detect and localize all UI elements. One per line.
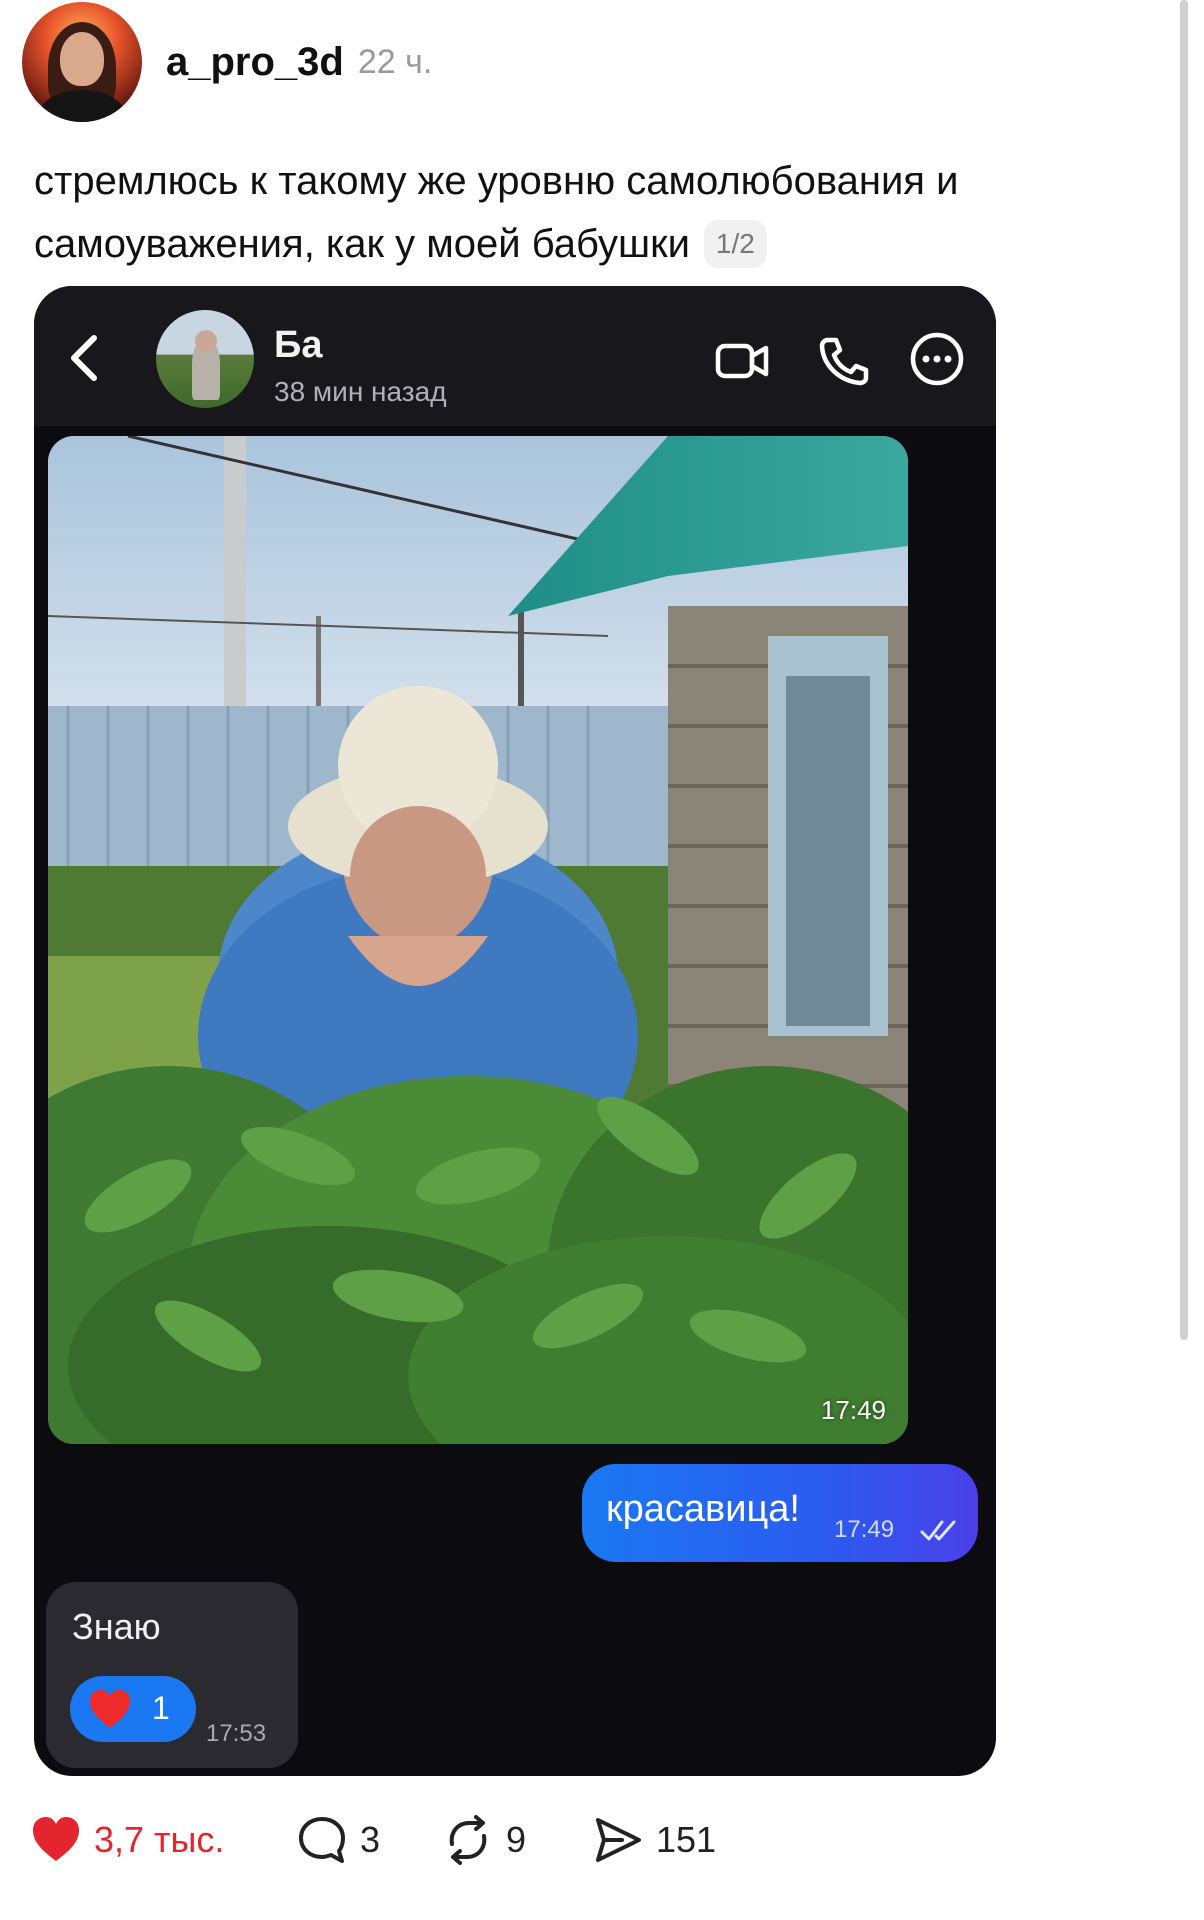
- outgoing-message[interactable]: красавица! 17:49: [582, 1464, 978, 1562]
- share-button[interactable]: 151: [592, 1810, 716, 1870]
- post-timestamp: 22 ч.: [357, 42, 433, 81]
- author-username[interactable]: a_pro_3d: [166, 40, 344, 85]
- outgoing-message-time: 17:49: [834, 1516, 895, 1543]
- image-page-badge: 1/2: [703, 220, 767, 268]
- incoming-message-text: Знаю: [72, 1606, 161, 1647]
- more-icon: [910, 332, 964, 386]
- reposts-count: 9: [506, 1819, 527, 1860]
- outgoing-message-text: красавица!: [606, 1488, 800, 1530]
- comment-icon: [299, 1817, 345, 1863]
- share-icon: [596, 1818, 641, 1862]
- contact-last-seen: 38 мин назад: [274, 376, 447, 407]
- reaction-badge[interactable]: 1: [70, 1676, 196, 1742]
- photo-timestamp: 17:49: [820, 1395, 886, 1425]
- chat-screenshot[interactable]: Ба 38 мин назад 17:49 красавица! 17:49 З…: [34, 286, 996, 1776]
- post-text-body: стремлюсь к такому же уровню самолюбован…: [34, 159, 959, 266]
- contact-name: Ба: [274, 324, 323, 366]
- heart-icon: [33, 1817, 79, 1861]
- heart-icon: [90, 1690, 130, 1728]
- incoming-message-time: 17:53: [206, 1720, 267, 1747]
- views-count: 151: [656, 1819, 717, 1860]
- post-actions: 3,7 тыс. 3 9 151: [30, 1810, 1130, 1870]
- like-button[interactable]: 3,7 тыс.: [30, 1810, 224, 1870]
- read-ticks-icon: [920, 1520, 956, 1541]
- phone-icon: [819, 337, 869, 386]
- comment-button[interactable]: 3: [296, 1810, 380, 1870]
- repost-button[interactable]: 9: [442, 1810, 526, 1870]
- post-text: стремлюсь к такому же уровню самолюбован…: [34, 150, 1134, 276]
- repost-icon: [449, 1815, 487, 1865]
- post-header: a_pro_3d 22 ч.: [22, 0, 432, 124]
- garden-photo: [48, 436, 908, 1444]
- likes-count: 3,7 тыс.: [94, 1819, 225, 1860]
- reaction-count: 1: [152, 1690, 170, 1726]
- incoming-message[interactable]: Знаю 1 17:53: [46, 1582, 298, 1768]
- photo-message[interactable]: 17:49: [48, 436, 908, 1444]
- author-avatar[interactable]: [22, 2, 142, 122]
- contact-avatar: [156, 310, 254, 408]
- video-call-icon: [715, 343, 769, 379]
- comments-count: 3: [360, 1819, 381, 1860]
- back-icon: [71, 335, 97, 381]
- scrollbar[interactable]: [1180, 0, 1188, 1340]
